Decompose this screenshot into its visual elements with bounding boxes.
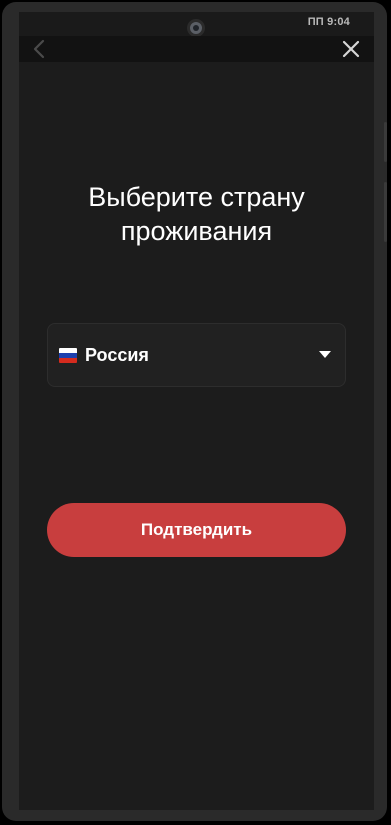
caret-down-icon [319, 351, 331, 358]
country-select[interactable]: Россия [47, 323, 346, 387]
flag-stripe-red [59, 358, 77, 363]
back-button[interactable] [29, 38, 51, 60]
navigation-bar [19, 36, 374, 62]
power-button [384, 182, 387, 242]
page-title-line-2: проживания [120, 216, 273, 246]
confirm-button[interactable]: Подтвердить [47, 503, 346, 557]
device-frame: ПП 9:04 Выберите страну проживания Росси… [2, 2, 387, 821]
close-button[interactable] [340, 38, 362, 60]
front-camera-icon [187, 19, 205, 37]
page-title-line-1: Выберите страну [88, 182, 305, 212]
country-select-value: Россия [85, 345, 149, 365]
status-bar: ПП 9:04 [19, 12, 374, 37]
chevron-left-icon [33, 39, 45, 59]
status-time: ПП 9:04 [307, 16, 350, 28]
page-title: Выберите страну проживания [19, 180, 374, 248]
volume-button [384, 122, 387, 162]
app-screen: ПП 9:04 Выберите страну проживания Росси… [19, 12, 374, 810]
russia-flag-icon [59, 348, 77, 363]
close-icon [342, 40, 360, 58]
